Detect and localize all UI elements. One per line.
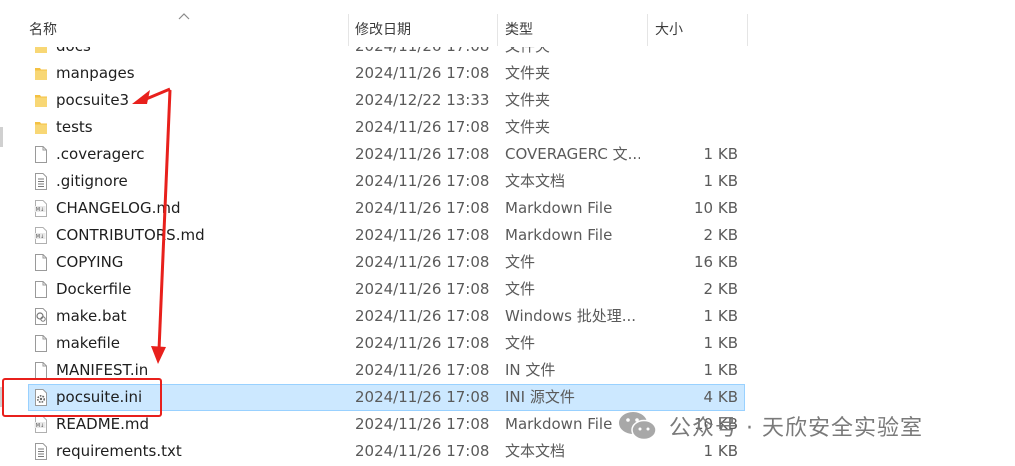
column-divider[interactable] bbox=[647, 14, 648, 46]
file-name: manpages bbox=[56, 64, 135, 82]
file-icon bbox=[33, 334, 49, 353]
file-row[interactable]: make.bat 2024/11/26 17:08 Windows 批处理... 1 … bbox=[0, 303, 744, 330]
file-date: 2024/11/26 17:08 bbox=[355, 145, 490, 163]
file-name: COPYING bbox=[56, 253, 124, 271]
batch-file-icon bbox=[33, 307, 49, 326]
file-date: 2024/11/26 17:08 bbox=[355, 280, 490, 298]
file-date: 2024/11/26 17:08 bbox=[355, 118, 490, 136]
file-name: Dockerfile bbox=[56, 280, 132, 298]
file-name: CONTRIBUTORS.md bbox=[56, 226, 205, 244]
file-date: 2024/11/26 17:08 bbox=[355, 388, 490, 406]
column-name[interactable]: 名称 bbox=[29, 14, 339, 46]
file-name: makefile bbox=[56, 334, 121, 352]
file-size bbox=[650, 114, 738, 141]
column-divider[interactable] bbox=[497, 14, 498, 46]
file-size: 2 KB bbox=[703, 226, 738, 244]
file-size: 1 KB bbox=[703, 334, 738, 352]
file-type: Markdown File bbox=[505, 226, 613, 244]
file-date: 2024/11/26 17:08 bbox=[355, 253, 490, 271]
file-date: 2024/11/26 17:08 bbox=[355, 334, 490, 352]
markdown-file-icon: M↓ bbox=[33, 226, 49, 245]
file-type: 文件夹 bbox=[505, 91, 551, 109]
file-name: make.bat bbox=[56, 307, 127, 325]
file-date: 2024/11/26 17:08 bbox=[355, 442, 490, 460]
file-row[interactable]: tests 2024/11/26 17:08 文件夹 bbox=[0, 114, 744, 141]
folder-icon bbox=[33, 118, 49, 137]
file-type: 文件 bbox=[505, 280, 536, 298]
file-row[interactable]: Dockerfile 2024/11/26 17:08 文件 2 KB bbox=[0, 276, 744, 303]
file-row[interactable]: .gitignore 2024/11/26 17:08 文本文档 1 KB bbox=[0, 168, 744, 195]
column-divider[interactable] bbox=[747, 14, 748, 46]
svg-text:M↓: M↓ bbox=[36, 207, 45, 213]
file-date: 2024/11/26 17:08 bbox=[355, 199, 490, 217]
file-type: COVERAGERC 文... bbox=[505, 145, 640, 163]
file-type: 文本文档 bbox=[505, 172, 566, 190]
column-size[interactable]: 大小 bbox=[655, 14, 740, 46]
file-size: 10 KB bbox=[694, 199, 738, 217]
file-name: CHANGELOG.md bbox=[56, 199, 181, 217]
highlight-box bbox=[2, 378, 162, 417]
file-row[interactable]: COPYING 2024/11/26 17:08 文件 16 KB bbox=[0, 249, 744, 276]
column-type[interactable]: 类型 bbox=[505, 14, 640, 46]
file-name: tests bbox=[56, 118, 93, 136]
watermark-text: 公众号 · 天欣安全实验室 bbox=[669, 416, 923, 441]
file-date: 2024/12/22 13:33 bbox=[355, 91, 490, 109]
column-header: 名称 修改日期 类型 大小 bbox=[0, 0, 1015, 47]
file-size: 1 KB bbox=[703, 172, 738, 190]
markdown-file-icon: M↓ bbox=[33, 199, 49, 218]
file-type: 文件夹 bbox=[505, 118, 551, 136]
file-date: 2024/11/26 17:08 bbox=[355, 307, 490, 325]
file-type: 文件夹 bbox=[505, 64, 551, 82]
file-size bbox=[650, 87, 738, 114]
file-type: IN 文件 bbox=[505, 361, 556, 379]
markdown-file-icon: M↓ bbox=[33, 415, 49, 434]
top-strip bbox=[0, 0, 1015, 12]
file-size: 1 KB bbox=[703, 145, 738, 163]
file-icon bbox=[33, 280, 49, 299]
folder-icon bbox=[33, 64, 49, 83]
file-type: Markdown File bbox=[505, 199, 613, 217]
folder-icon bbox=[33, 91, 49, 110]
wechat-icon bbox=[619, 412, 657, 441]
file-row[interactable]: makefile 2024/11/26 17:08 文件 1 KB bbox=[0, 330, 744, 357]
text-file-icon bbox=[33, 442, 49, 461]
file-icon bbox=[33, 145, 49, 164]
file-size bbox=[650, 60, 738, 87]
column-date[interactable]: 修改日期 bbox=[355, 14, 490, 46]
file-type: 文件 bbox=[505, 253, 536, 271]
file-name: .coveragerc bbox=[56, 145, 145, 163]
svg-text:M↓: M↓ bbox=[36, 423, 45, 429]
file-size: 1 KB bbox=[703, 307, 738, 325]
file-size: 16 KB bbox=[694, 253, 738, 271]
file-date: 2024/11/26 17:08 bbox=[355, 64, 490, 82]
file-row[interactable]: M↓ CHANGELOG.md 2024/11/26 17:08 Markdown F… bbox=[0, 195, 744, 222]
file-name: pocsuite3 bbox=[56, 91, 130, 109]
file-row[interactable]: M↓ CONTRIBUTORS.md 2024/11/26 17:08 Markdow… bbox=[0, 222, 744, 249]
file-date: 2024/11/26 17:08 bbox=[355, 226, 490, 244]
file-row[interactable]: .coveragerc 2024/11/26 17:08 COVERAGERC 文.… bbox=[0, 141, 744, 168]
file-size: 2 KB bbox=[703, 280, 738, 298]
file-icon bbox=[33, 253, 49, 272]
file-date: 2024/11/26 17:08 bbox=[355, 415, 490, 433]
file-row[interactable]: pocsuite3 2024/12/22 13:33 文件夹 bbox=[0, 87, 744, 114]
file-date: 2024/11/26 17:08 bbox=[355, 361, 490, 379]
file-size: 1 KB bbox=[703, 361, 738, 379]
watermark: 公众号 · 天欣安全实验室 bbox=[617, 406, 923, 446]
file-name: .gitignore bbox=[56, 172, 128, 190]
file-row[interactable]: manpages 2024/11/26 17:08 文件夹 bbox=[0, 60, 744, 87]
file-name: requirements.txt bbox=[56, 442, 182, 460]
file-type: Windows 批处理... bbox=[505, 307, 637, 325]
column-divider[interactable] bbox=[348, 14, 349, 46]
file-type: 文件 bbox=[505, 334, 536, 352]
text-file-icon bbox=[33, 172, 49, 191]
svg-text:M↓: M↓ bbox=[36, 234, 45, 240]
file-date: 2024/11/26 17:08 bbox=[355, 172, 490, 190]
